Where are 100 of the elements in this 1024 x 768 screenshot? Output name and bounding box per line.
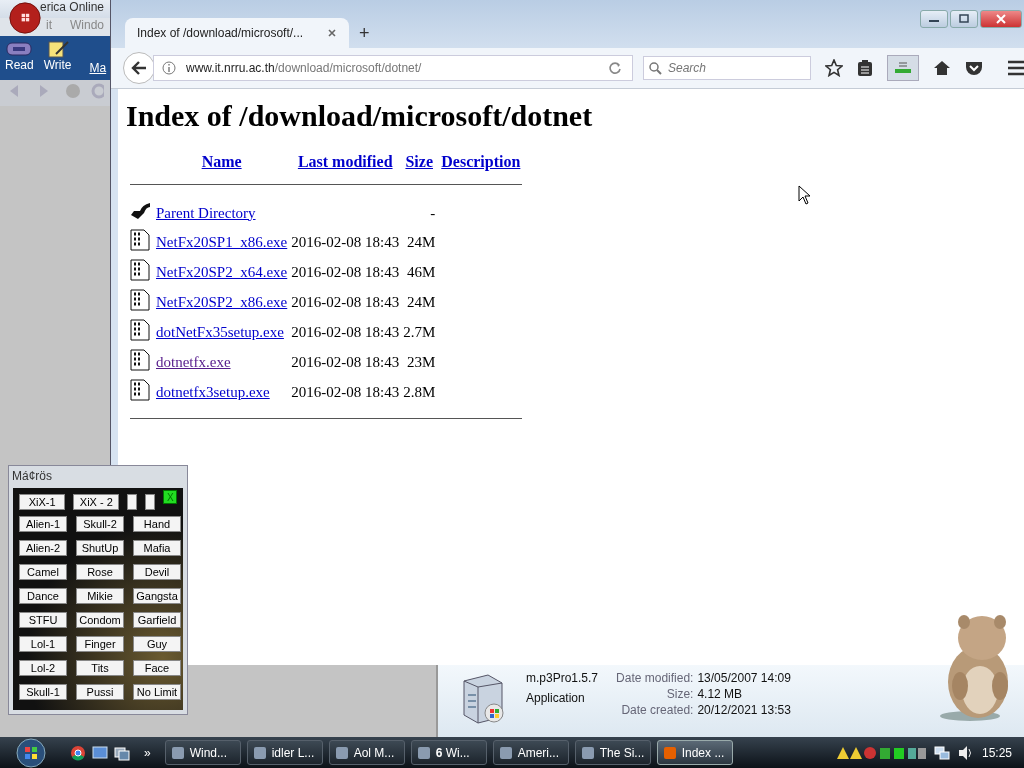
blank-button[interactable] bbox=[145, 494, 156, 510]
taskbar-button[interactable]: 6 Wi... bbox=[410, 740, 487, 765]
pocket-icon[interactable] bbox=[965, 60, 983, 76]
toolbar-button[interactable]: Ma bbox=[86, 57, 110, 80]
macro-button[interactable]: Mafia bbox=[133, 540, 181, 556]
menu-icon[interactable] bbox=[1007, 60, 1024, 76]
macro-button[interactable]: Gangsta bbox=[133, 588, 181, 604]
macro-button[interactable]: Lol-1 bbox=[19, 636, 67, 652]
more-button[interactable]: » bbox=[144, 745, 151, 760]
binary-file-icon bbox=[130, 379, 150, 401]
app-icon bbox=[498, 745, 513, 760]
taskbar-button[interactable]: Ameri... bbox=[492, 740, 569, 765]
clock[interactable]: 15:25 bbox=[981, 745, 1012, 760]
start-button-icon[interactable] bbox=[14, 737, 48, 768]
modified-date: 2016-02-08 18:43 bbox=[291, 383, 400, 400]
detail-value: 4.12 MB bbox=[697, 687, 744, 701]
taskbar-button[interactable]: The Si... bbox=[574, 740, 651, 765]
app-icon bbox=[252, 745, 267, 760]
close-button[interactable] bbox=[980, 10, 1022, 28]
browser-tab[interactable]: Index of /download/microsoft/... bbox=[125, 18, 349, 48]
search-icon bbox=[649, 62, 662, 75]
clipboard-icon[interactable] bbox=[857, 59, 873, 77]
macro-button[interactable]: Skull-2 bbox=[76, 516, 124, 532]
toolbar-button[interactable]: Read bbox=[2, 36, 37, 80]
file-link[interactable]: Parent Directory bbox=[156, 204, 256, 221]
column-link[interactable]: Last modified bbox=[297, 153, 393, 170]
file-size: 24M bbox=[406, 233, 436, 250]
taskbar-button[interactable]: Aol M... bbox=[328, 740, 405, 765]
star-icon[interactable] bbox=[825, 59, 843, 77]
new-tab-button[interactable]: + bbox=[349, 18, 380, 48]
taskbar-button[interactable]: Index ... bbox=[656, 740, 733, 765]
close-icon[interactable] bbox=[327, 28, 337, 38]
macro-button[interactable]: XiX-1 bbox=[19, 494, 66, 510]
macro-button[interactable]: Camel bbox=[19, 564, 67, 580]
url-text: www.it.nrru.ac.th/download/microsoft/dotnet/ bbox=[186, 61, 423, 75]
macro-button[interactable]: Pussi bbox=[76, 684, 124, 700]
file-size: 24M bbox=[406, 293, 436, 310]
window-switch-icon[interactable] bbox=[114, 744, 130, 761]
macro-button[interactable]: Lol-2 bbox=[19, 660, 67, 676]
macro-button[interactable]: Dance bbox=[19, 588, 67, 604]
app-icon bbox=[662, 745, 677, 760]
taskbar-button[interactable]: idler L... bbox=[246, 740, 323, 765]
modified-date: 2016-02-08 18:43 bbox=[291, 323, 400, 340]
file-link[interactable]: NetFx20SP2_x64.exe bbox=[156, 263, 288, 280]
macro-button[interactable]: No Limit bbox=[133, 684, 181, 700]
pencil-paper-icon bbox=[45, 40, 70, 58]
file-link[interactable]: dotNetFx35setup.exe bbox=[156, 323, 284, 340]
file-link[interactable]: dotnetfx.exe bbox=[156, 353, 231, 370]
macro-button[interactable]: Tits bbox=[76, 660, 124, 676]
reload-icon[interactable] bbox=[608, 61, 622, 75]
app-icon bbox=[580, 745, 595, 760]
network-icon[interactable] bbox=[933, 744, 950, 761]
macro-button[interactable]: Skull-1 bbox=[19, 684, 67, 700]
macro-button[interactable]: Condom bbox=[76, 612, 124, 628]
start-orb-icon[interactable] bbox=[9, 2, 41, 34]
blank-button[interactable] bbox=[127, 494, 138, 510]
macro-button[interactable]: Devil bbox=[133, 564, 181, 580]
macro-button[interactable]: XiX - 2 bbox=[73, 494, 120, 510]
macro-button[interactable]: Garfield bbox=[133, 612, 181, 628]
file-size: 46M bbox=[406, 263, 436, 280]
volume-icon[interactable] bbox=[957, 744, 974, 761]
column-link[interactable]: Size bbox=[405, 153, 433, 170]
file-size: 2.7M bbox=[403, 323, 436, 340]
column-link[interactable]: Description bbox=[441, 153, 521, 170]
app-icon bbox=[170, 745, 185, 760]
modified-date: 2016-02-08 18:43 bbox=[291, 233, 400, 250]
app-icon bbox=[334, 745, 349, 760]
macro-button[interactable]: Rose bbox=[76, 564, 124, 580]
macro-button[interactable]: Guy bbox=[133, 636, 181, 652]
macro-button[interactable]: ShutUp bbox=[76, 540, 124, 556]
macro-button[interactable]: STFU bbox=[19, 612, 67, 628]
macro-button[interactable]: Mikie bbox=[76, 588, 124, 604]
macro-button[interactable]: Alien-2 bbox=[19, 540, 67, 556]
maximize-button[interactable] bbox=[950, 10, 978, 28]
desktop-icon[interactable] bbox=[92, 744, 108, 761]
chrome-icon[interactable] bbox=[70, 744, 86, 761]
back-button[interactable] bbox=[123, 52, 155, 84]
close-icon bbox=[995, 14, 1007, 24]
detail-value: 13/05/2007 14:09 bbox=[697, 671, 791, 685]
minimize-button[interactable] bbox=[920, 10, 948, 28]
file-link[interactable]: NetFx20SP1_x86.exe bbox=[156, 233, 288, 250]
modified-date: 2016-02-08 18:43 bbox=[291, 353, 400, 370]
macro-button[interactable]: Face bbox=[133, 660, 181, 676]
home-icon[interactable] bbox=[933, 60, 951, 76]
address-bar[interactable]: www.it.nrru.ac.th/download/microsoft/dotnet/ bbox=[153, 55, 633, 81]
file-link[interactable]: NetFx20SP2_x86.exe bbox=[156, 293, 288, 310]
macro-button[interactable]: Hand bbox=[133, 516, 181, 532]
file-size: 23M bbox=[406, 353, 436, 370]
tab-title: Index of /download/microsoft/... bbox=[137, 26, 304, 40]
binary-file-icon bbox=[130, 289, 150, 311]
detail-value: 20/12/2021 13:53 bbox=[697, 703, 791, 717]
taskbar-button[interactable]: Wind... bbox=[164, 740, 241, 765]
search-field[interactable]: Search bbox=[643, 56, 811, 80]
column-link[interactable]: Name bbox=[201, 153, 242, 170]
file-link[interactable]: dotnetfx3setup.exe bbox=[156, 383, 270, 400]
toolbar-button[interactable]: Write bbox=[40, 36, 75, 80]
macro-button[interactable]: Alien-1 bbox=[19, 516, 67, 532]
modified-date: 2016-02-08 18:43 bbox=[291, 263, 400, 280]
macro-button[interactable]: Finger bbox=[76, 636, 124, 652]
info-icon[interactable] bbox=[162, 61, 176, 75]
